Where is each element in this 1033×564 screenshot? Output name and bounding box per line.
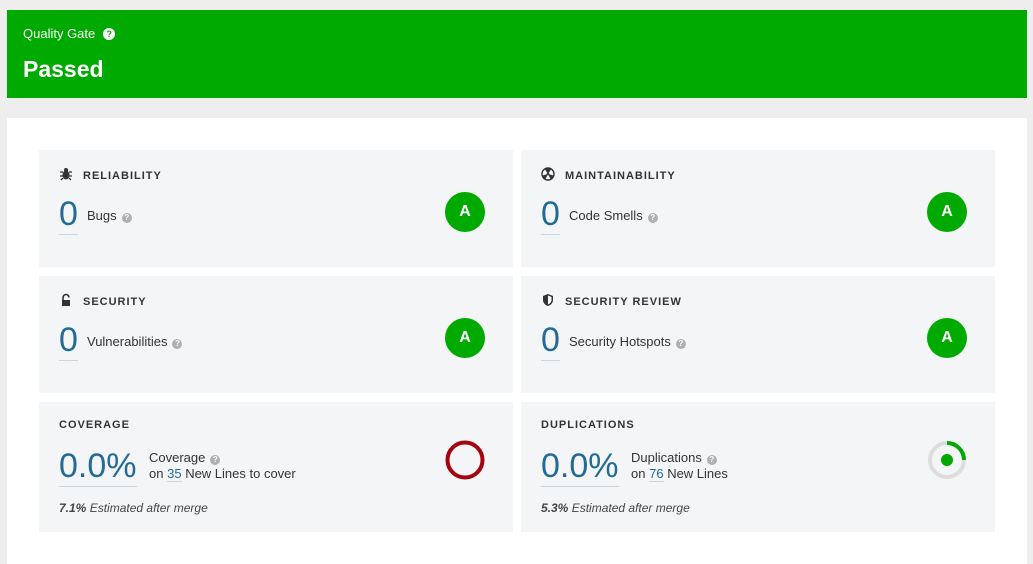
- quality-gate-label: Quality Gate?: [23, 26, 116, 41]
- reliability-card: RELIABILITY 0 Bugs? A: [39, 150, 513, 267]
- coverage-label: Coverage?: [149, 450, 221, 465]
- lock-icon: [59, 293, 75, 310]
- reliability-rating[interactable]: A: [445, 192, 485, 232]
- help-icon[interactable]: ?: [172, 339, 183, 349]
- bugs-count[interactable]: 0: [59, 196, 78, 235]
- help-icon[interactable]: ?: [121, 213, 132, 223]
- hotspots-label: Security Hotspots?: [569, 334, 686, 349]
- security-review-card: SECURITY REVIEW 0 Security Hotspots? A: [521, 276, 995, 393]
- duplications-lines-link[interactable]: 76: [649, 466, 664, 482]
- bug-icon: [59, 167, 75, 184]
- hotspots-count[interactable]: 0: [541, 322, 560, 361]
- coverage-lines: on 35 New Lines to cover: [149, 466, 296, 482]
- code-smells-count[interactable]: 0: [541, 196, 560, 235]
- coverage-value[interactable]: 0.0%: [59, 448, 137, 487]
- maintainability-card: MAINTAINABILITY 0 Code Smells? A: [521, 150, 995, 267]
- help-icon[interactable]: ?: [647, 213, 658, 223]
- measures-panel: RELIABILITY 0 Bugs? A MAINTAINABILITY 0 …: [7, 118, 1027, 564]
- security-card: SECURITY 0 Vulnerabilities? A: [39, 276, 513, 393]
- card-title: SECURITY: [59, 293, 147, 310]
- shield-icon: [541, 293, 557, 310]
- card-title: DUPLICATIONS: [541, 419, 635, 431]
- security-rating[interactable]: A: [445, 318, 485, 358]
- security-review-rating[interactable]: A: [927, 318, 967, 358]
- card-title: RELIABILITY: [59, 167, 162, 184]
- help-icon[interactable]: ?: [706, 455, 717, 465]
- bugs-label: Bugs?: [87, 208, 132, 223]
- help-icon[interactable]: ?: [103, 28, 116, 40]
- code-smells-label: Code Smells?: [569, 208, 658, 223]
- vulnerabilities-label: Vulnerabilities?: [87, 334, 183, 349]
- duplications-label: Duplications?: [631, 450, 717, 465]
- coverage-estimate: 7.1% Estimated after merge: [59, 501, 208, 515]
- vulnerabilities-count[interactable]: 0: [59, 322, 78, 361]
- coverage-card: COVERAGE 0.0% Coverage? on 35 New Lines …: [39, 402, 513, 532]
- quality-gate-status: Passed: [23, 56, 104, 82]
- duplications-value[interactable]: 0.0%: [541, 448, 619, 487]
- maintainability-rating[interactable]: A: [927, 192, 967, 232]
- radiation-icon: [541, 167, 557, 184]
- coverage-gauge: [445, 440, 485, 485]
- duplications-gauge: [927, 440, 967, 485]
- quality-gate-banner: Quality Gate? Passed: [7, 10, 1027, 98]
- coverage-lines-link[interactable]: 35: [167, 466, 182, 482]
- card-title: SECURITY REVIEW: [541, 293, 682, 310]
- card-title: MAINTAINABILITY: [541, 167, 676, 184]
- duplications-lines: on 76 New Lines: [631, 466, 728, 482]
- help-icon[interactable]: ?: [210, 455, 221, 465]
- card-title: COVERAGE: [59, 419, 130, 431]
- help-icon[interactable]: ?: [675, 339, 686, 349]
- duplications-card: DUPLICATIONS 0.0% Duplications? on 76 Ne…: [521, 402, 995, 532]
- duplications-estimate: 5.3% Estimated after merge: [541, 501, 690, 515]
